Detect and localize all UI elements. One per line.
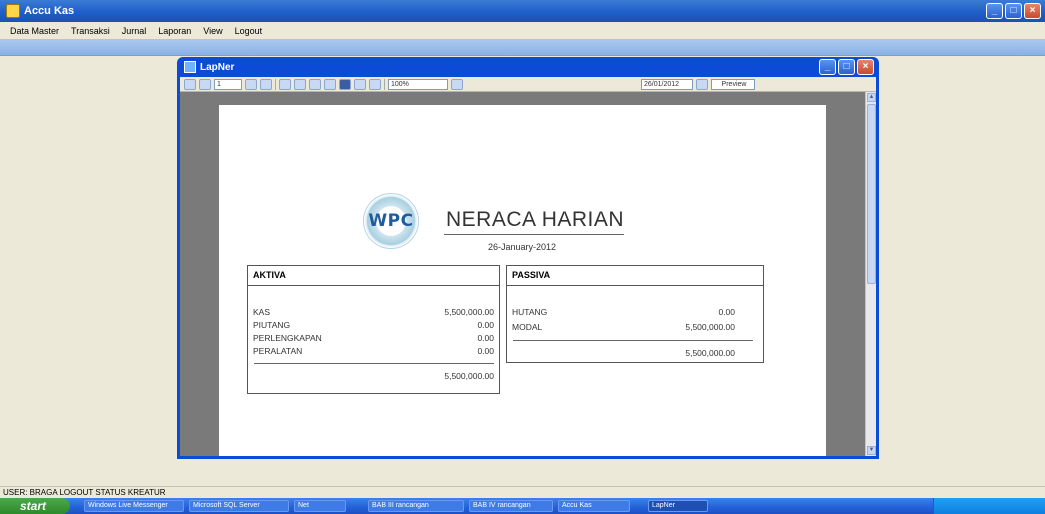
passiva-header: PASSIVA: [507, 266, 763, 286]
window-icon: [184, 61, 196, 73]
menubar: Data Master Transaksi Jurnal Laporan Vie…: [0, 22, 1045, 40]
passiva-label: HUTANG: [512, 307, 548, 317]
toolbar-separator: [384, 78, 385, 90]
next-page-icon[interactable]: [245, 78, 257, 90]
export-icon[interactable]: [369, 78, 381, 90]
aktiva-label: PERALATAN: [253, 346, 303, 356]
date-field[interactable]: 26/01/2012: [641, 78, 693, 90]
menu-laporan[interactable]: Laporan: [152, 26, 197, 36]
passiva-total-line: [513, 340, 753, 341]
app-titlebar: Accu Kas _ □ ×: [0, 0, 1045, 22]
print-layout-icon[interactable]: [339, 78, 351, 90]
scroll-down-icon[interactable]: ▼: [867, 446, 876, 455]
refresh-icon[interactable]: [309, 78, 321, 90]
prev-page-icon[interactable]: [199, 78, 211, 90]
system-tray: [933, 498, 1045, 514]
minimize-icon[interactable]: _: [819, 59, 836, 75]
preview-button[interactable]: Preview: [711, 78, 755, 90]
report-window-title: LapNer: [200, 61, 235, 73]
close-icon[interactable]: ×: [857, 59, 874, 75]
page-setup-icon[interactable]: [354, 78, 366, 90]
taskbar: start Windows Live Messenger Microsoft S…: [0, 498, 1045, 514]
start-button[interactable]: start: [0, 498, 70, 514]
zoom-dropdown-icon[interactable]: [451, 78, 463, 90]
scroll-up-icon[interactable]: ▲: [867, 93, 876, 102]
menu-transaksi[interactable]: Transaksi: [65, 26, 116, 36]
menu-data-master[interactable]: Data Master: [4, 26, 65, 36]
menu-logout[interactable]: Logout: [229, 26, 269, 36]
stop-icon[interactable]: [294, 78, 306, 90]
zoom-select[interactable]: 100%: [388, 78, 448, 90]
taskbar-item[interactable]: BAB III rancangan: [368, 500, 464, 512]
app-window-controls: _ □ ×: [986, 3, 1041, 19]
last-page-icon[interactable]: [260, 78, 272, 90]
aktiva-value: 0.00: [477, 346, 494, 356]
aktiva-value: 0.00: [477, 320, 494, 330]
aktiva-label: PIUTANG: [253, 320, 291, 330]
report-page: WPC NERACA HARIAN 26-January-2012 AKTIVA…: [219, 105, 826, 456]
vertical-scrollbar[interactable]: ▲ ▼: [865, 92, 876, 456]
maximize-icon[interactable]: □: [838, 59, 855, 75]
report-window: LapNer _ □ × 1 100% 26/01/2012 Preview W…: [177, 57, 879, 459]
passiva-value: 0.00: [718, 307, 735, 317]
calendar-dropdown-icon[interactable]: [696, 78, 708, 90]
first-page-icon[interactable]: [184, 78, 196, 90]
report-viewer: WPC NERACA HARIAN 26-January-2012 AKTIVA…: [180, 92, 876, 456]
close-icon[interactable]: ×: [1024, 3, 1041, 19]
taskbar-item[interactable]: Microsoft SQL Server: [189, 500, 289, 512]
minimize-icon[interactable]: _: [986, 3, 1003, 19]
aktiva-value: 5,500,000.00: [444, 307, 494, 317]
aktiva-header: AKTIVA: [248, 266, 499, 286]
title-underline: [444, 234, 624, 235]
taskbar-item[interactable]: BAB IV rancangan: [469, 500, 553, 512]
aktiva-label: PERLENGKAPAN: [253, 333, 322, 343]
passiva-value: 5,500,000.00: [685, 322, 735, 332]
menu-jurnal[interactable]: Jurnal: [116, 26, 153, 36]
report-title: NERACA HARIAN: [446, 208, 625, 231]
passiva-label: MODAL: [512, 322, 543, 332]
logo-text: WPC: [368, 211, 414, 231]
page-number-field[interactable]: 1: [214, 78, 242, 90]
aktiva-value: 0.00: [477, 333, 494, 343]
taskbar-item[interactable]: Net: [294, 500, 346, 512]
taskbar-item-active[interactable]: LapNer: [648, 500, 708, 512]
toolbar-separator: [275, 78, 276, 90]
print-icon[interactable]: [324, 78, 336, 90]
aktiva-total-line: [254, 363, 494, 364]
aktiva-total: 5,500,000.00: [444, 371, 494, 381]
aktiva-box: AKTIVA KAS 5,500,000.00 PIUTANG 0.00 PER…: [247, 265, 500, 394]
app-toolstrip: [0, 40, 1045, 56]
taskbar-item[interactable]: Accu Kas: [558, 500, 630, 512]
app-title-text: Accu Kas: [24, 5, 75, 17]
scroll-thumb[interactable]: [867, 104, 876, 284]
aktiva-label: KAS: [253, 307, 271, 317]
report-toolbar: 1 100% 26/01/2012 Preview: [180, 77, 876, 92]
company-logo: WPC: [363, 193, 419, 249]
report-date: 26-January-2012: [488, 242, 557, 252]
passiva-total: 5,500,000.00: [685, 348, 735, 358]
menu-view[interactable]: View: [197, 26, 228, 36]
taskbar-item[interactable]: Windows Live Messenger: [84, 500, 184, 512]
passiva-box: PASSIVA HUTANG 0.00 MODAL 5,500,000.00 5…: [506, 265, 764, 363]
report-window-titlebar: LapNer _ □ ×: [180, 57, 876, 77]
back-icon[interactable]: [279, 78, 291, 90]
app-icon: [6, 4, 20, 18]
report-window-controls: _ □ ×: [819, 59, 874, 75]
maximize-icon[interactable]: □: [1005, 3, 1022, 19]
statusbar: USER: BRAGA LOGOUT STATUS KREATUR: [0, 486, 1045, 498]
app-title: Accu Kas: [6, 4, 74, 18]
